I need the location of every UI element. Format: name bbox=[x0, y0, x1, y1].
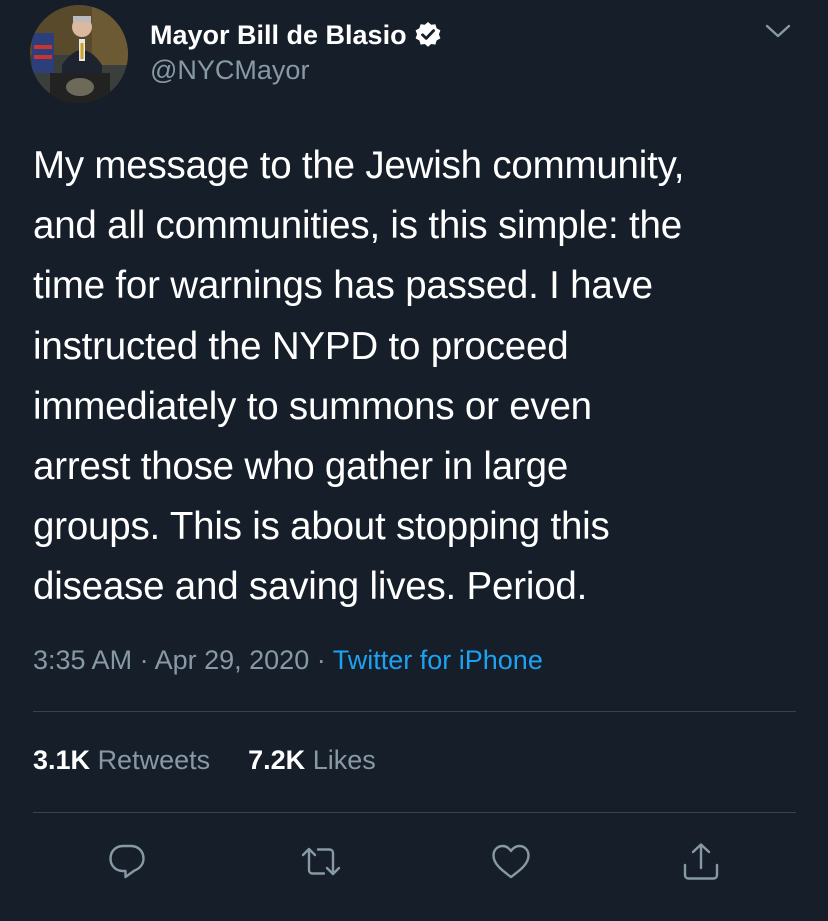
tweet-metadata: 3:35 AM · Apr 29, 2020 · Twitter for iPh… bbox=[33, 645, 543, 676]
retweets-stat[interactable]: 3.1K Retweets bbox=[33, 745, 210, 775]
tweet-detail: Mayor Bill de Blasio @NYCMayor My messag… bbox=[0, 0, 828, 921]
likes-label: Likes bbox=[312, 745, 376, 775]
retweet-icon bbox=[301, 847, 341, 876]
meta-separator: · bbox=[316, 645, 326, 675]
tweet-text-line: My message to the Jewish community, bbox=[33, 144, 685, 187]
tweet-text-line: instructed the NYPD to proceed bbox=[33, 324, 569, 368]
tweet-time[interactable]: 3:35 AM bbox=[33, 645, 132, 675]
meta-separator: · bbox=[139, 645, 149, 675]
user-handle[interactable]: @NYCMayor bbox=[150, 55, 309, 86]
retweets-label: Retweets bbox=[97, 745, 211, 775]
divider bbox=[33, 812, 796, 813]
display-name[interactable]: Mayor Bill de Blasio bbox=[150, 20, 407, 51]
verified-badge-icon bbox=[415, 22, 440, 47]
tweet-text-line: disease and saving lives. Period. bbox=[33, 565, 588, 609]
reply-icon bbox=[109, 844, 145, 879]
author-row[interactable]: Mayor Bill de Blasio bbox=[150, 18, 443, 52]
tweet-text-line: time for warnings has passed. I have bbox=[33, 264, 653, 308]
tweet-text-line: arrest those who gather in large bbox=[33, 445, 569, 489]
retweets-count: 3.1K bbox=[33, 745, 91, 775]
avatar[interactable] bbox=[30, 5, 128, 103]
share-button[interactable] bbox=[680, 841, 722, 883]
tweet-text-line: immediately to summons or even bbox=[33, 384, 592, 428]
likes-count: 7.2K bbox=[248, 745, 306, 775]
reply-button[interactable] bbox=[106, 841, 148, 883]
divider bbox=[33, 711, 796, 712]
profile-photo bbox=[30, 5, 128, 103]
tweet-text-line: and all communities, is this simple: the bbox=[33, 204, 682, 248]
tweet-date[interactable]: Apr 29, 2020 bbox=[155, 645, 310, 675]
like-icon bbox=[492, 844, 530, 879]
share-icon bbox=[683, 843, 719, 880]
tweet-text-line: groups. This is about stopping this bbox=[33, 505, 610, 549]
chevron-down-icon[interactable] bbox=[764, 20, 792, 42]
like-button[interactable] bbox=[490, 841, 532, 883]
engagement-stats: 3.1K Retweets 7.2K Likes bbox=[33, 745, 376, 776]
retweet-button[interactable] bbox=[300, 841, 342, 883]
likes-stat[interactable]: 7.2K Likes bbox=[248, 745, 376, 775]
tweet-source-link[interactable]: Twitter for iPhone bbox=[333, 645, 543, 675]
tweet-text: My message to the Jewish community, and … bbox=[33, 136, 813, 618]
